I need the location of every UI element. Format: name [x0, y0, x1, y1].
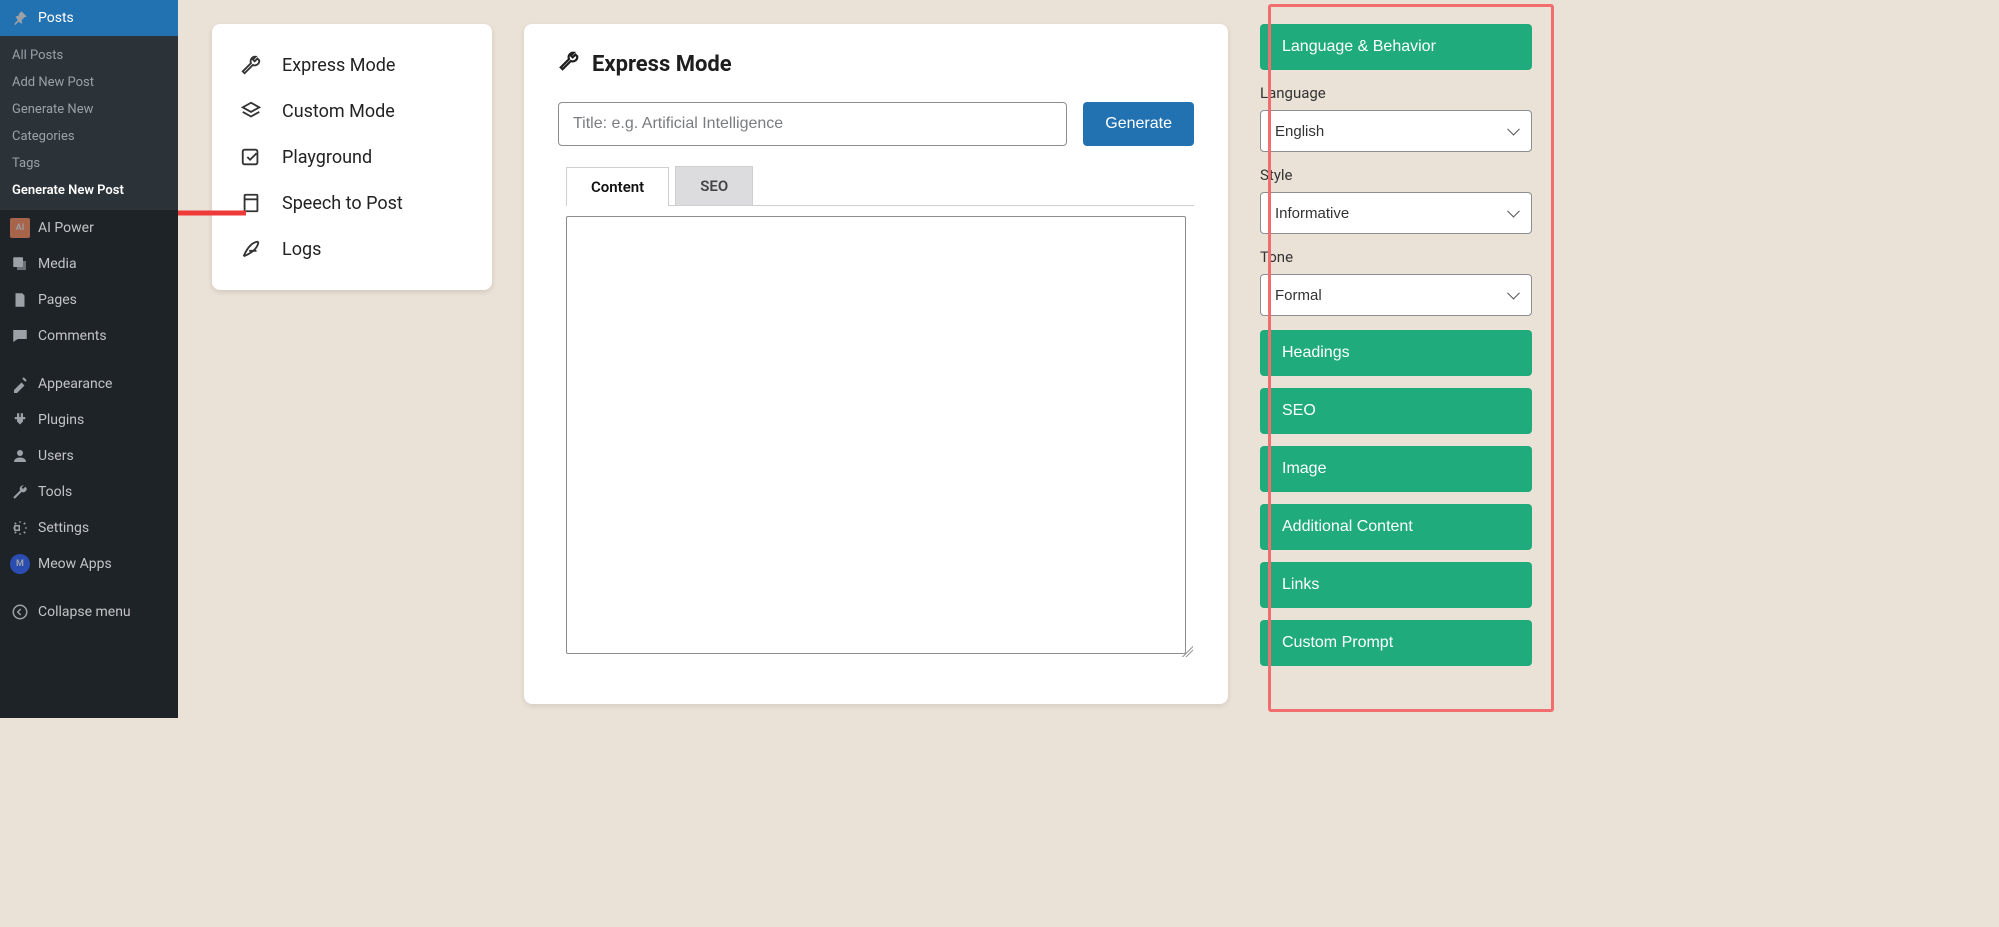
- mode-label: Custom Mode: [282, 101, 395, 122]
- media-icon: [10, 254, 30, 274]
- pages-icon: [10, 290, 30, 310]
- sidebar-item-label: Settings: [38, 520, 89, 536]
- title-input[interactable]: [558, 102, 1067, 146]
- label-language: Language: [1260, 84, 1532, 102]
- feather-icon: [240, 238, 262, 260]
- sidebar-item-label: Meow Apps: [38, 556, 112, 572]
- label-tone: Tone: [1260, 248, 1532, 266]
- editor-tabs: Content SEO: [566, 166, 1194, 206]
- select-tone-wrap: Formal: [1260, 274, 1532, 316]
- mode-playground[interactable]: Playground: [222, 134, 482, 180]
- mode-express[interactable]: Express Mode: [222, 42, 482, 88]
- sidebar-sub-categories[interactable]: Categories: [0, 123, 178, 150]
- users-icon: [10, 446, 30, 466]
- comments-icon: [10, 326, 30, 346]
- panel-custom-prompt[interactable]: Custom Prompt: [1260, 620, 1532, 666]
- sidebar-item-appearance[interactable]: Appearance: [0, 366, 178, 402]
- sidebar-item-label: Media: [38, 256, 77, 272]
- layers-icon: [240, 100, 262, 122]
- label-style: Style: [1260, 166, 1532, 184]
- ai-icon: AI: [10, 218, 30, 238]
- mode-picker-card: Express Mode Custom Mode Playground Spee…: [212, 24, 492, 290]
- sidebar-submenu-posts: All Posts Add New Post Generate New Cate…: [0, 36, 178, 210]
- pin-icon: [10, 8, 30, 28]
- mode-label: Express Mode: [282, 55, 395, 76]
- app-root: Posts All Posts Add New Post Generate Ne…: [0, 0, 1556, 718]
- panel-links[interactable]: Links: [1260, 562, 1532, 608]
- mode-logs[interactable]: Logs: [222, 226, 482, 272]
- sidebar-item-label: Plugins: [38, 412, 84, 428]
- sidebar-sub-generate-new[interactable]: Generate New: [0, 96, 178, 123]
- meow-icon: M: [10, 554, 30, 574]
- page-title: Express Mode: [558, 50, 1194, 78]
- sidebar-item-label: Tools: [38, 484, 72, 500]
- mode-label: Logs: [282, 239, 321, 260]
- sidebar-item-settings[interactable]: Settings: [0, 510, 178, 546]
- tab-content[interactable]: Content: [566, 167, 669, 206]
- select-style-wrap: Informative: [1260, 192, 1532, 234]
- panel-additional-content[interactable]: Additional Content: [1260, 504, 1532, 550]
- settings-column: Language & Behavior Language English Sty…: [1260, 24, 1538, 678]
- title-row: Generate: [558, 102, 1194, 146]
- wp-admin-sidebar: Posts All Posts Add New Post Generate Ne…: [0, 0, 178, 718]
- sidebar-item-comments[interactable]: Comments: [0, 318, 178, 354]
- workarea: Express Mode Custom Mode Playground Spee…: [178, 0, 1556, 718]
- panel-headings[interactable]: Headings: [1260, 330, 1532, 376]
- sidebar-item-plugins[interactable]: Plugins: [0, 402, 178, 438]
- panel-language-behavior[interactable]: Language & Behavior: [1260, 24, 1532, 70]
- sidebar-item-pages[interactable]: Pages: [0, 282, 178, 318]
- page-title-text: Express Mode: [592, 52, 732, 77]
- select-style[interactable]: Informative: [1260, 192, 1532, 234]
- sidebar-sub-generate-new-post[interactable]: Generate New Post: [0, 177, 178, 204]
- tab-seo[interactable]: SEO: [675, 166, 753, 205]
- generate-button[interactable]: Generate: [1083, 102, 1194, 146]
- select-tone[interactable]: Formal: [1260, 274, 1532, 316]
- sidebar-item-label: Pages: [38, 292, 77, 308]
- sidebar-item-label: Posts: [38, 10, 74, 26]
- select-language-wrap: English: [1260, 110, 1532, 152]
- sidebar-item-tools[interactable]: Tools: [0, 474, 178, 510]
- sidebar-item-users[interactable]: Users: [0, 438, 178, 474]
- mode-label: Speech to Post: [282, 193, 403, 214]
- appearance-icon: [10, 374, 30, 394]
- sidebar-sub-tags[interactable]: Tags: [0, 150, 178, 177]
- sidebar-item-posts[interactable]: Posts: [0, 0, 178, 36]
- sidebar-item-label: Collapse menu: [38, 604, 131, 620]
- resize-handle[interactable]: [1179, 643, 1193, 657]
- sidebar-item-label: Appearance: [38, 376, 112, 392]
- main-panel: Express Mode Generate Content SEO: [524, 24, 1228, 704]
- sidebar-item-label: Users: [38, 448, 74, 464]
- sidebar-sub-all-posts[interactable]: All Posts: [0, 42, 178, 69]
- wrench-icon: [558, 50, 580, 78]
- content-editor[interactable]: [566, 216, 1186, 654]
- panel-seo[interactable]: SEO: [1260, 388, 1532, 434]
- sidebar-item-ai-power[interactable]: AI AI Power: [0, 210, 178, 246]
- mode-speech--to-post[interactable]: Speech to Post: [222, 180, 482, 226]
- select-language[interactable]: English: [1260, 110, 1532, 152]
- panel-image[interactable]: Image: [1260, 446, 1532, 492]
- mode-custom[interactable]: Custom Mode: [222, 88, 482, 134]
- collapse-icon: [10, 602, 30, 622]
- checkbox-icon: [240, 146, 262, 168]
- settings-icon: [10, 518, 30, 538]
- sidebar-sub-add-new-post[interactable]: Add New Post: [0, 69, 178, 96]
- sidebar-item-label: AI Power: [38, 220, 94, 236]
- sidebar-item-label: Comments: [38, 328, 107, 344]
- sidebar-collapse-menu[interactable]: Collapse menu: [0, 594, 178, 630]
- wrench-icon: [240, 54, 262, 76]
- plugins-icon: [10, 410, 30, 430]
- mode-label: Playground: [282, 147, 372, 168]
- tools-icon: [10, 482, 30, 502]
- sidebar-item-meow-apps[interactable]: M Meow Apps: [0, 546, 178, 582]
- page-icon: [240, 192, 262, 214]
- sidebar-item-media[interactable]: Media: [0, 246, 178, 282]
